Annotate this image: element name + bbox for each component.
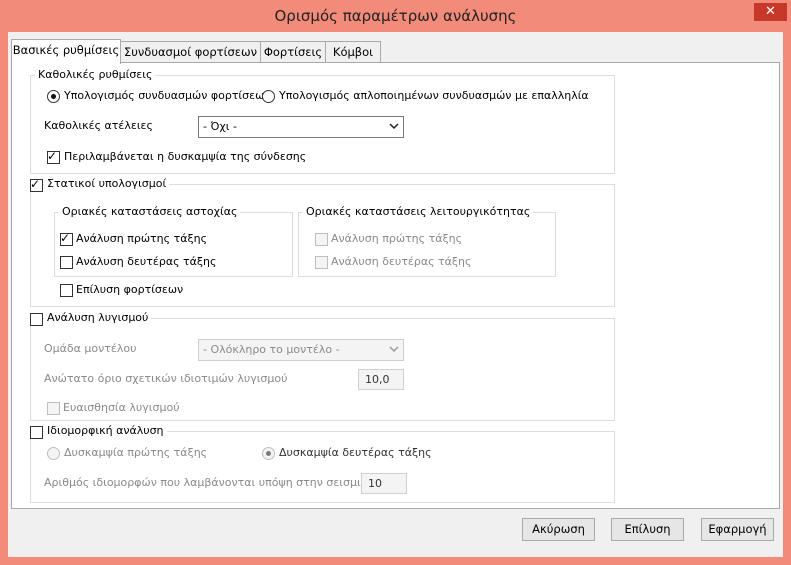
modal-analysis-title[interactable]: Ιδιομορφική ανάλυση xyxy=(44,424,167,437)
radio-simplified-combinations[interactable] xyxy=(262,90,275,103)
tab-nodes[interactable]: Κόμβοι xyxy=(325,41,381,63)
solve-button[interactable]: Επίλυση xyxy=(611,518,684,541)
window-title: Ορισμός παραμέτρων ανάλυσης xyxy=(274,7,517,25)
uls-title: Οριακές καταστάσεις αστοχίας xyxy=(59,205,241,218)
radio-first-order-stiffness[interactable] xyxy=(47,447,60,460)
radio-simplified-combinations-label[interactable]: Υπολογισμός απλοποιημένων συνδυασμών με … xyxy=(279,89,589,102)
tab-panel-basic-settings: Καθολικές ρυθμίσεις Υπολογισμός συνδυασμ… xyxy=(11,62,780,509)
imperfections-select[interactable]: - Όχι - xyxy=(198,116,404,138)
static-calculations-checkbox[interactable]: ✓ xyxy=(30,177,43,192)
tab-load-combinations[interactable]: Συνδυασμοί φορτίσεων xyxy=(120,41,261,63)
model-group-select[interactable]: - Ολόκληρο το μοντέλο - xyxy=(198,339,404,361)
sls-group: Οριακές καταστάσεις λειτουργικότητας Ανά… xyxy=(298,205,556,277)
max-eigenvalue-input[interactable]: 10,0 xyxy=(358,369,404,390)
modal-analysis-group: Ιδιομορφική ανάλυση Δυσκαμψία πρώτης τάξ… xyxy=(30,424,615,503)
static-calculations-title[interactable]: Στατικοί υπολογισμοί xyxy=(44,177,170,190)
checkmark-icon: ✓ xyxy=(30,177,41,191)
modes-count-value: 10 xyxy=(368,477,382,490)
radio-selected-dot xyxy=(51,94,56,99)
cancel-button[interactable]: Ακύρωση xyxy=(522,518,595,541)
sls-second-order-checkbox[interactable] xyxy=(315,256,328,269)
buckling-sensitivity-label: Ευαισθησία λυγισμού xyxy=(63,401,180,414)
imperfections-label: Καθολικές ατέλειες xyxy=(44,119,153,132)
buckling-group: Ανάλυση λυγισμού Ομάδα μοντέλου - Ολόκλη… xyxy=(30,311,615,421)
close-icon: ✕ xyxy=(765,4,776,19)
model-group-value: - Ολόκληρο το μοντέλο - xyxy=(203,343,340,356)
close-button[interactable]: ✕ xyxy=(754,3,787,21)
sls-title: Οριακές καταστάσεις λειτουργικότητας xyxy=(303,205,534,218)
radio-second-order-stiffness[interactable] xyxy=(262,447,275,460)
model-group-label: Ομάδα μοντέλου xyxy=(44,342,137,355)
radio-load-combinations[interactable] xyxy=(47,90,60,103)
chevron-down-icon xyxy=(389,346,399,353)
dialog-body: Βασικές ρυθμίσεις Συνδυασμοί φορτίσεων Φ… xyxy=(8,32,783,557)
buckling-title[interactable]: Ανάλυση λυγισμού xyxy=(44,311,152,324)
radio-selected-dot xyxy=(266,451,271,456)
chevron-down-icon xyxy=(389,123,399,130)
checkmark-icon: ✓ xyxy=(47,149,58,163)
uls-first-order-label[interactable]: Ανάλυση πρώτης τάξης xyxy=(76,232,207,245)
tab-basic-settings[interactable]: Βασικές ρυθμίσεις xyxy=(11,39,121,64)
uls-group: Οριακές καταστάσεις αστοχίας ✓ Ανάλυση π… xyxy=(54,205,293,277)
buckling-sensitivity-checkbox[interactable] xyxy=(47,402,60,415)
uls-second-order-label[interactable]: Ανάλυση δευτέρας τάξης xyxy=(76,255,216,268)
solve-loads-checkbox[interactable] xyxy=(60,284,73,297)
max-eigenvalue-value: 10,0 xyxy=(365,373,390,386)
modes-count-input[interactable]: 10 xyxy=(361,473,407,494)
sls-first-order-label: Ανάλυση πρώτης τάξης xyxy=(331,232,463,245)
checkmark-icon: ✓ xyxy=(60,231,71,245)
max-eigenvalue-label: Ανώτατο όριο σχετικών ιδιοτιμών λυγισμού xyxy=(44,372,288,385)
include-stiffness-checkbox[interactable]: ✓ xyxy=(47,149,60,164)
global-settings-title: Καθολικές ρυθμίσεις xyxy=(35,68,156,81)
solve-loads-label[interactable]: Επίλυση φορτίσεων xyxy=(76,283,183,296)
buckling-checkbox[interactable] xyxy=(30,313,43,326)
modes-count-label: Αριθμός ιδιομορφών που λαμβάνονται υπόψη… xyxy=(44,476,375,489)
radio-first-order-stiffness-label: Δυσκαμψία πρώτης τάξης xyxy=(64,446,208,459)
imperfections-value: - Όχι - xyxy=(203,120,237,133)
radio-load-combinations-label[interactable]: Υπολογισμός συνδυασμών φορτίσεων xyxy=(64,89,270,102)
sls-first-order-checkbox[interactable] xyxy=(315,233,328,246)
include-stiffness-label[interactable]: Περιλαμβάνεται η δυσκαμψία της σύνδεσης xyxy=(64,150,306,163)
static-calculations-group: ✓ Στατικοί υπολογισμοί Οριακές καταστάσε… xyxy=(30,177,615,307)
global-settings-group: Καθολικές ρυθμίσεις Υπολογισμός συνδυασμ… xyxy=(30,68,615,174)
dialog-window: Ορισμός παραμέτρων ανάλυσης ✕ Βασικές ρυ… xyxy=(0,0,791,565)
radio-second-order-stiffness-label: Δυσκαμψία δευτέρας τάξης xyxy=(279,446,432,459)
tab-loads[interactable]: Φορτίσεις xyxy=(260,41,326,63)
apply-button[interactable]: Εφαρμογή xyxy=(701,518,774,541)
uls-second-order-checkbox[interactable] xyxy=(60,256,73,269)
sls-second-order-label: Ανάλυση δευτέρας τάξης xyxy=(331,255,472,268)
uls-first-order-checkbox[interactable]: ✓ xyxy=(60,231,73,246)
modal-analysis-checkbox[interactable] xyxy=(30,426,43,439)
